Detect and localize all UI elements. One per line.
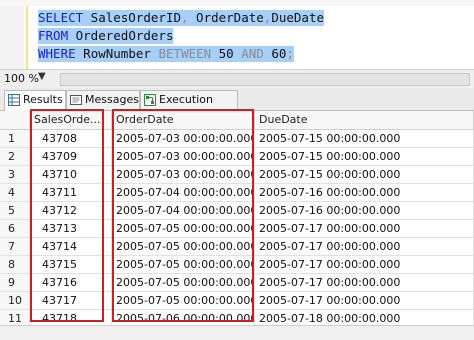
results-grid[interactable]: SalesOrde... OrderDate DueDate 1 43708 200… [0, 109, 474, 328]
table-row[interactable]: 2 43709 2005-07-03 00:00:00.000 2005-07-15 … [0, 148, 474, 166]
code-token: DueDate [271, 10, 325, 25]
duedate-cell[interactable]: 2005-07-15 00:00:00.000 [255, 130, 474, 148]
table-row[interactable]: 1 43708 2005-07-03 00:00:00.000 2005-07-15 … [0, 130, 474, 148]
query-editor[interactable]: SELECT SalesOrderID, OrderDate,DueDate F… [0, 6, 474, 69]
table-row[interactable]: 9 43716 2005-07-05 00:00:00.000 2005-07-17 … [0, 274, 474, 292]
salesorderid-cell[interactable]: 43714 [30, 238, 112, 256]
code-line-3[interactable]: WHERE RowNumber BETWEEN 50 AND 60; [38, 46, 294, 62]
salesorderid-cell[interactable]: 43710 [30, 166, 112, 184]
orderdate-cell[interactable]: 2005-07-05 00:00:00.000 [112, 238, 255, 256]
bottom-status-strip [0, 325, 474, 340]
horizontal-scrollbar[interactable] [60, 73, 470, 86]
row-number-cell[interactable]: 10 [0, 292, 30, 310]
orderdate-cell[interactable]: 2005-07-05 00:00:00.000 [112, 220, 255, 238]
code-line-2[interactable]: FROM OrderedOrders [38, 28, 174, 44]
row-number-cell[interactable]: 7 [0, 238, 30, 256]
zoom-level[interactable]: 100 % [4, 72, 39, 85]
zoom-dropdown-icon[interactable]: ▼ [38, 71, 46, 82]
grid-header-row: SalesOrde... OrderDate DueDate [0, 111, 474, 130]
duedate-cell[interactable]: 2005-07-17 00:00:00.000 [255, 238, 474, 256]
code-token: 50 [211, 46, 242, 61]
duedate-cell[interactable]: 2005-07-17 00:00:00.000 [255, 256, 474, 274]
table-row[interactable]: 10 43717 2005-07-05 00:00:00.000 2005-07-17… [0, 292, 474, 310]
orderdate-cell[interactable]: 2005-07-05 00:00:00.000 [112, 274, 255, 292]
column-header-duedate[interactable]: DueDate [255, 111, 474, 129]
row-number-cell[interactable]: 4 [0, 184, 30, 202]
row-number-cell[interactable]: 8 [0, 256, 30, 274]
table-row[interactable]: 6 43713 2005-07-05 00:00:00.000 2005-07-17 … [0, 220, 474, 238]
row-number-cell[interactable]: 1 [0, 130, 30, 148]
column-header-salesorderid[interactable]: SalesOrde... [30, 111, 112, 129]
tab-messages-label: Messages [85, 93, 139, 106]
duedate-cell[interactable]: 2005-07-16 00:00:00.000 [255, 184, 474, 202]
tab-results-label: Results [23, 93, 63, 106]
orderdate-cell[interactable]: 2005-07-04 00:00:00.000 [112, 202, 255, 220]
code-token: FROM [38, 28, 69, 43]
code-token: RowNumber [75, 46, 159, 61]
salesorderid-cell[interactable]: 43715 [30, 256, 112, 274]
code-token: OrderDate [188, 10, 264, 25]
salesorderid-cell[interactable]: 43711 [30, 184, 112, 202]
editor-gutter [0, 6, 24, 69]
code-token: AND [241, 46, 264, 61]
orderdate-cell[interactable]: 2005-07-04 00:00:00.000 [112, 184, 255, 202]
row-number-header[interactable] [0, 111, 30, 129]
code-token: WHERE [38, 46, 76, 61]
code-token: BETWEEN [158, 46, 212, 61]
tab-execution-plan[interactable]: Execution plan [140, 90, 238, 124]
orderdate-cell[interactable]: 2005-07-05 00:00:00.000 [112, 256, 255, 274]
code-token: SELECT [38, 10, 84, 25]
table-row[interactable]: 8 43715 2005-07-05 00:00:00.000 2005-07-17 … [0, 256, 474, 274]
code-token: ; [286, 46, 294, 61]
salesorderid-cell[interactable]: 43717 [30, 292, 112, 310]
orderdate-cell[interactable]: 2005-07-03 00:00:00.000 [112, 148, 255, 166]
results-tab-bar: Results Messages Execution plan [0, 88, 474, 124]
code-token: SalesOrderID [83, 10, 181, 25]
table-row[interactable]: 5 43712 2005-07-04 00:00:00.000 2005-07-16 … [0, 202, 474, 220]
orderdate-cell[interactable]: 2005-07-05 00:00:00.000 [112, 292, 255, 310]
duedate-cell[interactable]: 2005-07-15 00:00:00.000 [255, 148, 474, 166]
salesorderid-cell[interactable]: 43709 [30, 148, 112, 166]
salesorderid-cell[interactable]: 43712 [30, 202, 112, 220]
row-number-cell[interactable]: 3 [0, 166, 30, 184]
table-row[interactable]: 3 43710 2005-07-03 00:00:00.000 2005-07-15 … [0, 166, 474, 184]
code-token: OrderedOrders [68, 28, 174, 43]
tab-results[interactable]: Results [4, 90, 66, 111]
salesorderid-cell[interactable]: 43713 [30, 220, 112, 238]
code-token: , [181, 10, 189, 25]
code-line-1[interactable]: SELECT SalesOrderID, OrderDate,DueDate [38, 10, 325, 26]
results-grid-icon [8, 94, 20, 106]
row-number-cell[interactable]: 6 [0, 220, 30, 238]
tab-messages[interactable]: Messages [66, 90, 140, 109]
row-number-cell[interactable]: 2 [0, 148, 30, 166]
duedate-cell[interactable]: 2005-07-15 00:00:00.000 [255, 166, 474, 184]
duedate-cell[interactable]: 2005-07-17 00:00:00.000 [255, 274, 474, 292]
orderdate-cell[interactable]: 2005-07-03 00:00:00.000 [112, 130, 255, 148]
orderdate-cell[interactable]: 2005-07-03 00:00:00.000 [112, 166, 255, 184]
change-tracking-bar [26, 6, 28, 69]
execution-plan-icon [144, 94, 156, 106]
row-number-cell[interactable]: 5 [0, 202, 30, 220]
editor-status-bar: 100 % ▼ [0, 69, 474, 89]
duedate-cell[interactable]: 2005-07-17 00:00:00.000 [255, 292, 474, 310]
messages-icon [70, 94, 82, 106]
salesorderid-cell[interactable]: 43716 [30, 274, 112, 292]
salesorderid-cell[interactable]: 43708 [30, 130, 112, 148]
code-token: 60 [263, 46, 287, 61]
duedate-cell[interactable]: 2005-07-16 00:00:00.000 [255, 202, 474, 220]
row-number-cell[interactable]: 9 [0, 274, 30, 292]
column-header-orderdate[interactable]: OrderDate [112, 111, 255, 129]
duedate-cell[interactable]: 2005-07-17 00:00:00.000 [255, 220, 474, 238]
table-row[interactable]: 7 43714 2005-07-05 00:00:00.000 2005-07-17 … [0, 238, 474, 256]
table-row[interactable]: 4 43711 2005-07-04 00:00:00.000 2005-07-16 … [0, 184, 474, 202]
